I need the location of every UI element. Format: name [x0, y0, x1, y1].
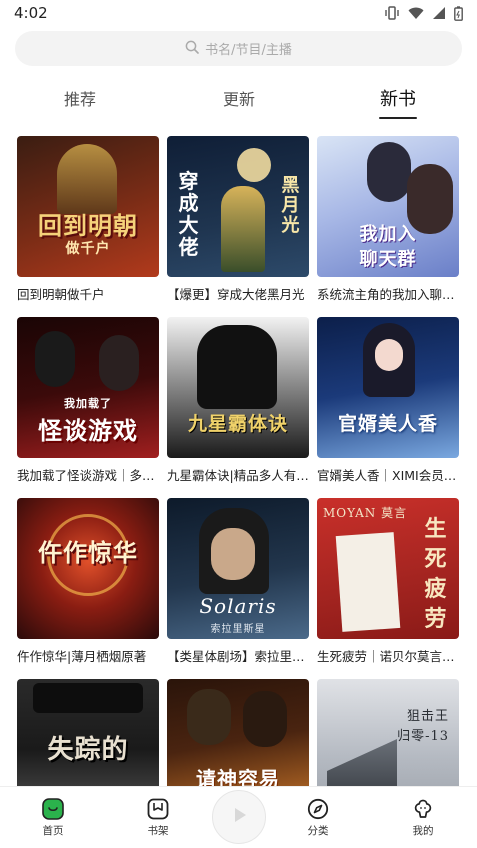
play-icon: [228, 804, 250, 830]
compass-icon: [306, 797, 330, 821]
cover-title: 生死疲劳: [424, 516, 448, 632]
nav-profile[interactable]: 我的: [393, 797, 453, 838]
cover-title: 穿成大佬: [178, 169, 200, 259]
category-tabs: 推荐 更新 新书: [0, 80, 477, 124]
tab-recommend[interactable]: 推荐: [64, 86, 96, 110]
book-cover: 我加载了 怪谈游戏: [17, 317, 159, 458]
book-cover: 狙击王 归零-13: [317, 679, 459, 786]
status-icons: [384, 5, 463, 21]
bookshelf-icon: [146, 797, 170, 821]
cover-subtitle: 聊天群: [359, 249, 417, 270]
book-card[interactable]: 回到明朝 做千户 回到明朝做千户: [17, 136, 159, 303]
book-cover: 我加入 聊天群: [317, 136, 459, 277]
book-cover: 仵作惊华: [17, 498, 159, 639]
book-card[interactable]: MOYAN 莫言 生死疲劳 生死疲劳｜诺贝尔莫言作品: [317, 498, 459, 665]
book-cover: MOYAN 莫言 生死疲劳: [317, 498, 459, 639]
status-time: 4:02: [14, 4, 48, 22]
signal-icon: [432, 6, 446, 20]
book-card[interactable]: 穿成大佬 黑月光 【爆更】穿成大佬黑月光: [167, 136, 309, 303]
battery-icon: [454, 5, 463, 21]
tab-updated[interactable]: 更新: [223, 86, 255, 110]
nav-bookshelf[interactable]: 书架: [128, 797, 188, 838]
book-cover: 失踪的: [17, 679, 159, 786]
nav-category-label: 分类: [307, 825, 329, 837]
home-icon: [41, 797, 65, 821]
book-grid: 回到明朝 做千户 回到明朝做千户 穿成大佬 黑月光 【爆更】穿成大佬黑月光 我加…: [17, 136, 461, 786]
book-cover: 官婿美人香: [317, 317, 459, 458]
book-title: 九星霸体诀|精品多人有声剧: [167, 468, 309, 483]
wifi-icon: [408, 6, 424, 20]
nav-home-label: 首页: [42, 825, 64, 837]
cover-title: 九星霸体诀: [187, 413, 288, 435]
book-card[interactable]: 我加载了 怪谈游戏 我加载了怪谈游戏｜多人有声剧: [17, 317, 159, 484]
active-tab-indicator: [379, 117, 417, 119]
search-placeholder: 书名/节目/主播: [205, 43, 292, 58]
profile-icon: [411, 797, 435, 821]
book-title: 官婿美人香｜XIMI会员精品: [317, 468, 459, 483]
book-title: 【类星体剧场】索拉里斯星: [167, 649, 309, 664]
cover-subtitle: 归零-13: [397, 729, 449, 744]
book-cover: 穿成大佬 黑月光: [167, 136, 309, 277]
cover-title: 我加入: [359, 224, 417, 245]
cover-title: 狙击王: [406, 709, 449, 724]
book-title: 生死疲劳｜诺贝尔莫言作品: [317, 649, 459, 664]
book-card[interactable]: 狙击王 归零-13: [317, 679, 459, 786]
cover-subtitle: MOYAN 莫言: [323, 506, 408, 520]
book-card[interactable]: 仵作惊华 仵作惊华|薄月栖烟原著: [17, 498, 159, 665]
cover-title: 官婿美人香: [337, 413, 438, 435]
cover-subtitle: 我加载了: [64, 397, 112, 410]
book-card[interactable]: 失踪的: [17, 679, 159, 786]
cover-title: 失踪的: [47, 735, 129, 765]
book-title: 仵作惊华|薄月栖烟原著: [17, 649, 147, 664]
book-cover: Solaris 索拉里斯星: [167, 498, 309, 639]
nav-home[interactable]: 首页: [23, 797, 83, 838]
book-card[interactable]: 我加入 聊天群 系统流主角的我加入聊天群: [317, 136, 459, 303]
book-title: 【爆更】穿成大佬黑月光: [167, 287, 305, 302]
cover-subtitle: 做千户: [65, 241, 111, 257]
book-card[interactable]: 请神容易: [167, 679, 309, 786]
vibrate-icon: [384, 5, 400, 21]
search-icon: [185, 39, 199, 58]
cover-subtitle: 索拉里斯星: [210, 624, 266, 635]
cover-title: 怪谈游戏: [38, 416, 138, 445]
cover-subtitle: 黑月光: [281, 175, 301, 236]
book-card[interactable]: Solaris 索拉里斯星 【类星体剧场】索拉里斯星: [167, 498, 309, 665]
tab-new-books[interactable]: 新书: [380, 85, 416, 111]
player-button[interactable]: [212, 790, 266, 844]
cover-title: 回到明朝: [38, 211, 138, 240]
nav-bookshelf-label: 书架: [147, 825, 169, 837]
nav-profile-label: 我的: [412, 825, 434, 837]
book-title: 系统流主角的我加入聊天群: [317, 287, 459, 302]
book-card[interactable]: 九星霸体诀 九星霸体诀|精品多人有声剧: [167, 317, 309, 484]
status-bar: 4:02: [0, 0, 477, 26]
book-cover: 请神容易: [167, 679, 309, 786]
book-title: 回到明朝做千户: [17, 287, 105, 302]
cover-title: 请神容易: [196, 767, 280, 786]
book-cover: 回到明朝 做千户: [17, 136, 159, 277]
nav-category[interactable]: 分类: [288, 797, 348, 838]
book-card[interactable]: 官婿美人香 官婿美人香｜XIMI会员精品: [317, 317, 459, 484]
book-cover: 九星霸体诀: [167, 317, 309, 458]
cover-title: Solaris: [199, 594, 277, 618]
search-bar[interactable]: 书名/节目/主播: [15, 31, 462, 66]
book-title: 我加载了怪谈游戏｜多人有声剧: [17, 468, 159, 483]
cover-title: 仵作惊华: [38, 538, 138, 567]
